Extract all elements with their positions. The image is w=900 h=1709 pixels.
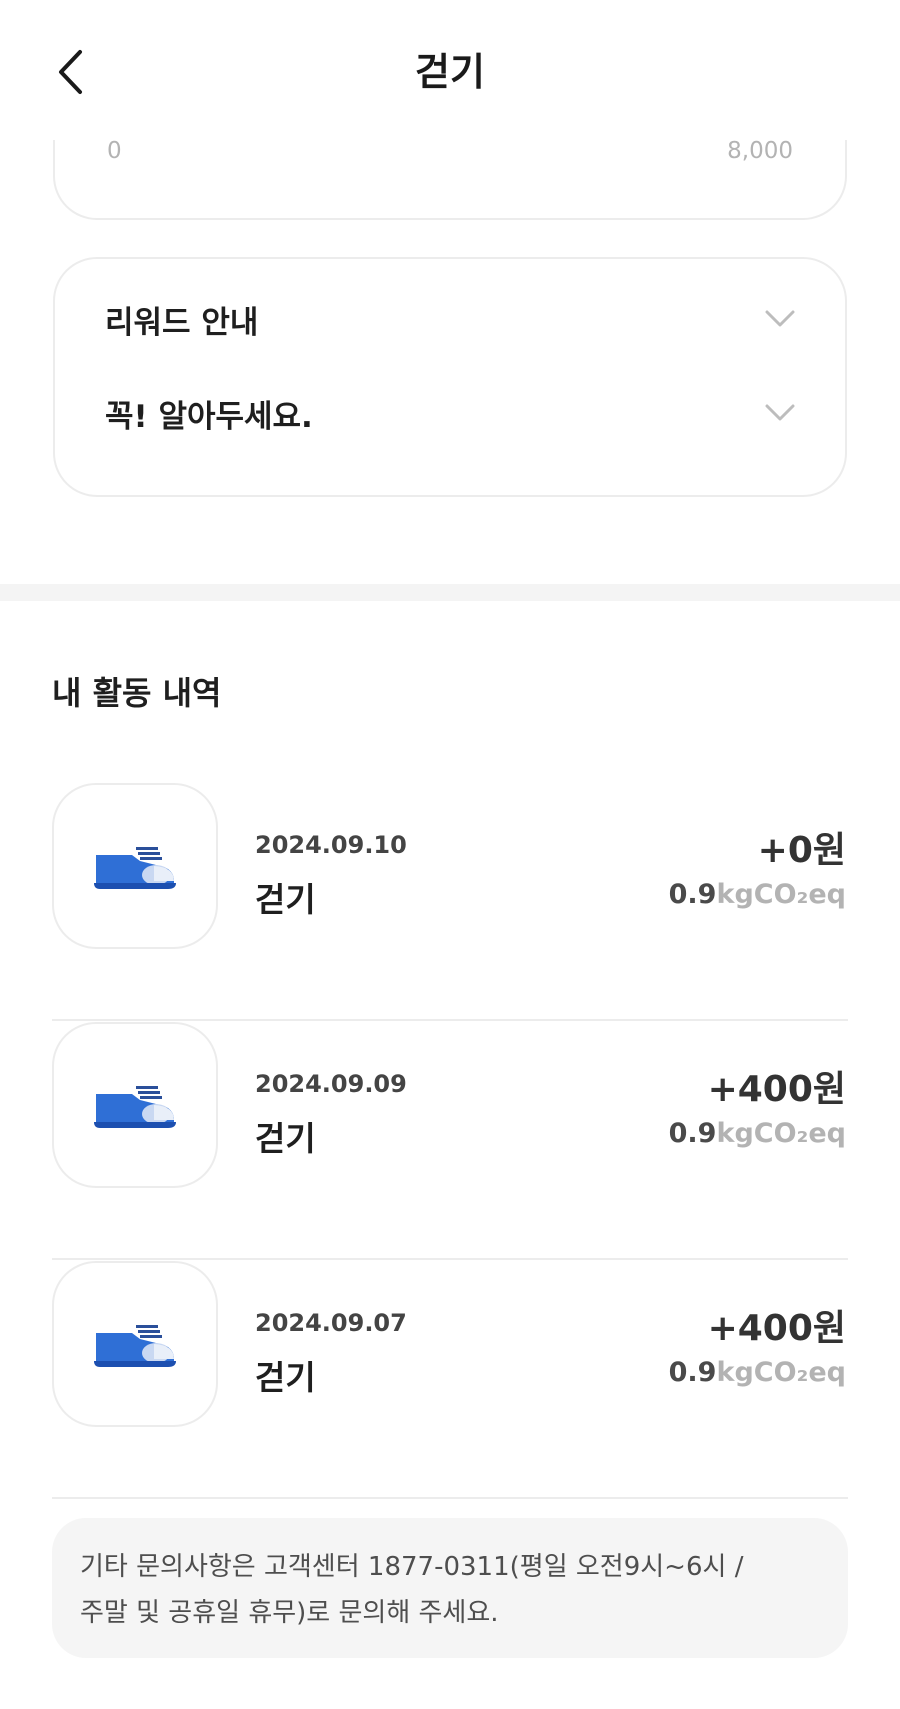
activity-date: 2024.09.09 — [255, 1070, 407, 1098]
activity-co2: 0.9kgCO₂eq — [669, 1357, 846, 1388]
activity-date: 2024.09.07 — [255, 1309, 407, 1337]
top-bar: 걷기 — [0, 0, 900, 140]
activity-thumbnail — [52, 1022, 218, 1188]
activity-reward-amount: +400원 — [707, 1069, 846, 1110]
co2-unit: kgCO₂eq — [716, 1357, 846, 1388]
info-accordion-card: 리워드 안내 꼭! 알아두세요. — [53, 257, 847, 497]
chevron-down-icon — [765, 310, 795, 327]
activity-name: 걷기 — [255, 1358, 316, 1397]
activity-name: 걷기 — [255, 1119, 316, 1158]
reward-guide-label: 리워드 안내 — [105, 304, 259, 341]
activity-co2: 0.9kgCO₂eq — [669, 1118, 846, 1149]
activity-history-title: 내 활동 내역 — [52, 674, 222, 712]
notice-toggle[interactable]: 꼭! 알아두세요. — [105, 383, 795, 443]
sneaker-icon — [94, 1325, 176, 1367]
co2-unit: kgCO₂eq — [716, 1118, 846, 1149]
chevron-down-icon — [765, 404, 795, 421]
sneaker-icon — [94, 847, 176, 889]
activity-thumbnail — [52, 783, 218, 949]
notice-line-1: 기타 문의사항은 고객센터 1877-0311(평일 오전9시~6시 / — [80, 1552, 744, 1582]
notice-label: 꼭! 알아두세요. — [105, 398, 313, 435]
co2-value: 0.9 — [668, 1118, 717, 1149]
activity-co2: 0.9kgCO₂eq — [669, 879, 846, 910]
activity-item[interactable]: 2024.09.10 걷기 +0원 0.9kgCO₂eq — [52, 783, 848, 1021]
page-title: 걷기 — [415, 50, 485, 94]
co2-value: 0.9 — [668, 1357, 717, 1388]
activity-item[interactable]: 2024.09.09 걷기 +400원 0.9kgCO₂eq — [52, 1022, 848, 1260]
activity-date: 2024.09.10 — [255, 831, 407, 859]
notice-line-2: 주말 및 공휴일 휴무)로 문의해 주세요. — [80, 1598, 499, 1628]
customer-center-notice: 기타 문의사항은 고객센터 1877-0311(평일 오전9시~6시 / 주말 … — [52, 1518, 848, 1658]
activity-reward-amount: +400원 — [707, 1308, 846, 1349]
activity-thumbnail — [52, 1261, 218, 1427]
co2-value: 0.9 — [668, 879, 717, 910]
range-max-label: 8,000 — [727, 138, 793, 164]
reward-guide-toggle[interactable]: 리워드 안내 — [105, 289, 795, 349]
section-divider — [0, 584, 900, 601]
sneaker-icon — [94, 1086, 176, 1128]
range-min-label: 0 — [107, 138, 122, 164]
activity-reward-amount: +0원 — [757, 830, 846, 871]
activity-name: 걷기 — [255, 880, 316, 919]
co2-unit: kgCO₂eq — [716, 879, 846, 910]
activity-item[interactable]: 2024.09.07 걷기 +400원 0.9kgCO₂eq — [52, 1261, 848, 1499]
